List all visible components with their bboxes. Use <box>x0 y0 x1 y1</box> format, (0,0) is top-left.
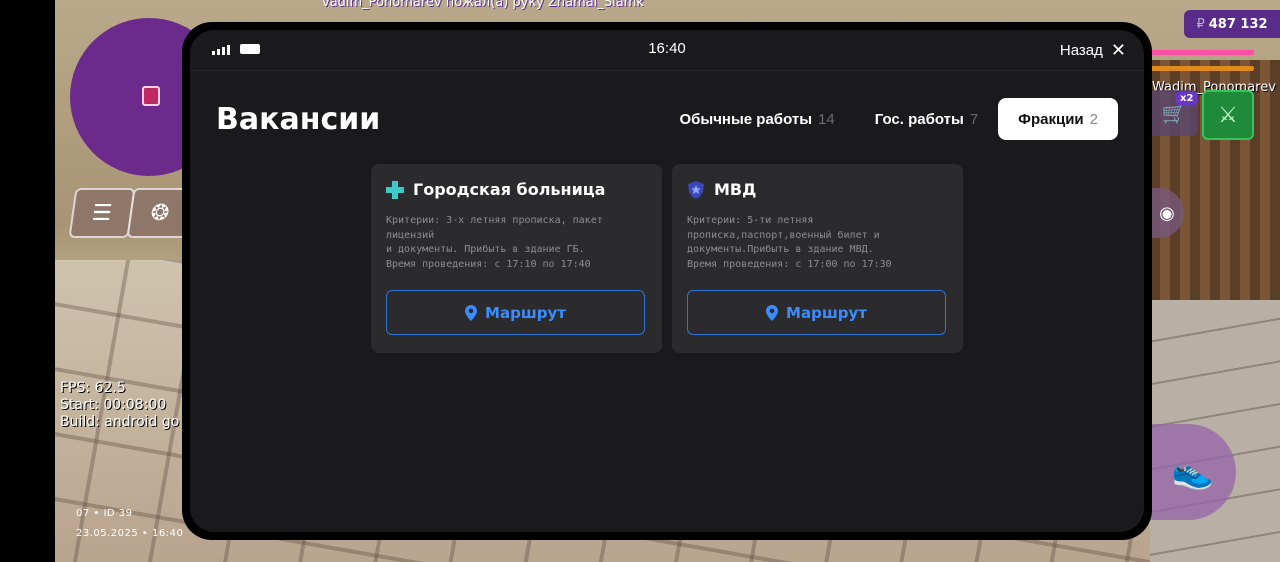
desc-line: прописка,паспорт,военный билет и <box>687 229 880 241</box>
tab-label: Обычные работы <box>679 110 813 128</box>
tab-label: Гос. работы <box>874 110 964 128</box>
desc-line: Время проведения: с 17:00 по 17:30 <box>687 258 892 270</box>
sneaker-icon: 👟 <box>1171 452 1215 492</box>
card-header: Городская больница <box>386 180 605 199</box>
tab-factions[interactable]: Фракции 2 <box>998 98 1118 140</box>
fps-readout: FPS: 62.5 <box>60 380 126 396</box>
money-amount: 487 132 <box>1208 16 1268 32</box>
police-shield-icon <box>688 180 704 199</box>
camera-icon: ◉ <box>1159 202 1175 224</box>
minimap-player-marker <box>142 86 160 106</box>
desc-line: Время проведения: с 17:10 по 17:40 <box>386 258 591 270</box>
x2-badge: x2 <box>1176 92 1198 105</box>
route-label: Маршрут <box>786 303 867 322</box>
card-header: МВД <box>687 180 756 199</box>
back-button[interactable]: Назад ✕ <box>1060 38 1126 62</box>
desc-line: и документы. Прибыть в здание ГБ. <box>386 244 585 255</box>
menu-icon: ☰ <box>90 200 114 226</box>
money-display: ₽ 487 132 <box>1184 10 1280 38</box>
vacancy-card-hospital: Городская больница Критерии: 3-х летняя … <box>371 164 662 353</box>
tab-count: 7 <box>969 110 979 128</box>
tab-regular-jobs[interactable]: Обычные работы 14 <box>659 98 854 140</box>
desc-line: Критерии: 5-ти летняя <box>687 215 814 226</box>
card-description: Критерии: 5-ти летняя прописка,паспорт,в… <box>687 214 953 272</box>
build-readout: Build: android go <box>60 414 180 430</box>
phone-screen: 16:40 Назад ✕ Вакансии Обычные работы 14… <box>190 30 1144 532</box>
map-pin-icon <box>766 304 779 321</box>
close-icon: ✕ <box>1110 40 1126 60</box>
tab-label: Фракции <box>1018 110 1084 128</box>
knife-icon: ⚔ <box>1218 102 1238 128</box>
card-title: Городская больница <box>413 180 606 199</box>
vacancy-card-police: МВД Критерии: 5-ти летняя прописка,паспо… <box>672 164 963 353</box>
weapon-button[interactable]: ⚔ <box>1202 90 1254 140</box>
route-label: Маршрут <box>485 303 566 322</box>
session-id: 07 • ID 39 <box>76 508 133 519</box>
medical-cross-icon <box>386 180 404 199</box>
page-title: Вакансии <box>216 102 381 137</box>
lifebuoy-icon: ❂ <box>149 200 171 226</box>
armor-bar <box>1150 66 1254 71</box>
status-clock: 16:40 <box>648 40 686 57</box>
map-pin-icon <box>465 304 478 321</box>
chat-line: vadim_Ponomarev пожал(а) руку Zhamal_Sla… <box>322 0 644 10</box>
phone-frame: 16:40 Назад ✕ Вакансии Обычные работы 14… <box>182 22 1152 540</box>
card-title: МВД <box>714 180 757 199</box>
vacancy-list: Городская больница Критерии: 3-х летняя … <box>371 164 963 353</box>
debug-overlay: FPS: 62.5 Start: 00:08:00 Build: android… <box>60 380 179 431</box>
left-letterbox <box>0 0 55 562</box>
health-bar <box>1150 50 1254 55</box>
tab-count: 2 <box>1089 110 1098 128</box>
status-bar: 16:40 Назад ✕ <box>190 30 1144 71</box>
desc-line: Критерии: 3-х летняя прописка, пакет лиц… <box>386 215 603 241</box>
tab-gov-jobs[interactable]: Гос. работы 7 <box>855 98 998 140</box>
route-button[interactable]: Маршрут <box>386 290 645 335</box>
menu-button[interactable]: ☰ <box>68 188 136 238</box>
card-description: Критерии: 3-х летняя прописка, пакет лиц… <box>386 214 652 272</box>
currency-icon: ₽ <box>1196 16 1205 32</box>
route-button[interactable]: Маршрут <box>687 290 946 335</box>
session-date: 23.05.2025 • 16:40 <box>76 528 184 539</box>
start-readout: Start: 00:08:00 <box>60 397 167 413</box>
vacancy-tabs: Обычные работы 14 Гос. работы 7 Фракции … <box>659 98 1118 140</box>
desc-line: документы.Прибыть в здание МВД. <box>687 244 874 255</box>
back-label: Назад <box>1059 41 1103 59</box>
tab-count: 14 <box>818 110 835 128</box>
